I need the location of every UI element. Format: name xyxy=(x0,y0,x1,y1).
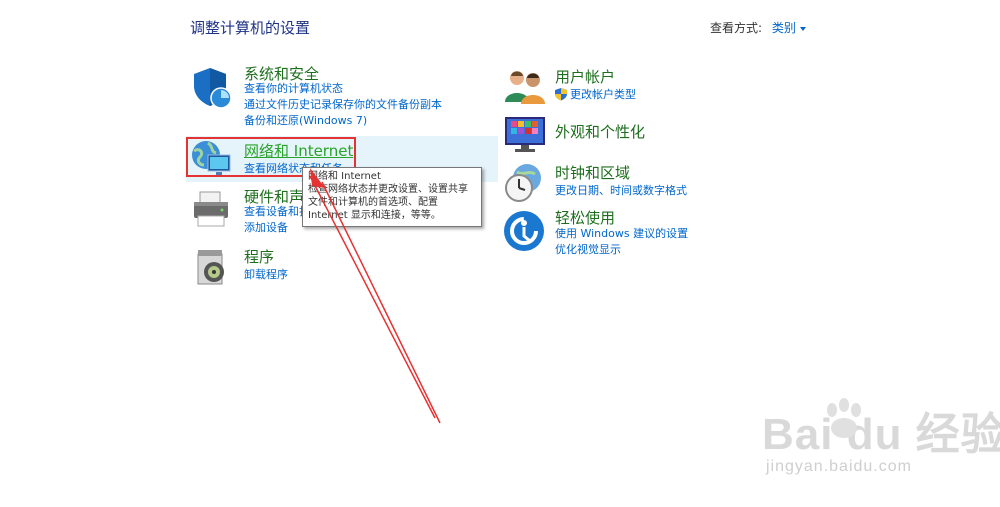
tooltip-line: 文件和计算机的首选项、配置 xyxy=(308,197,438,208)
watermark-main: Bai du 经验 xyxy=(762,410,1000,459)
link-optimize-visual-display[interactable]: 优化视觉显示 xyxy=(555,242,621,258)
tooltip-line: Internet 显示和连接，等等。 xyxy=(308,210,441,221)
category-appearance[interactable]: 外观和个性化 xyxy=(555,121,645,142)
link-file-history-backup[interactable]: 通过文件历史记录保存你的文件备份副本 xyxy=(244,97,442,113)
printer-icon xyxy=(194,191,228,227)
tooltip: 网络和 Internet 检查网络状态并更改设置、设置共享 文件和计算机的首选项… xyxy=(302,167,482,227)
view-by-dropdown[interactable]: 类别 xyxy=(772,21,806,35)
link-change-account-type[interactable]: 更改帐户类型 xyxy=(570,87,636,103)
chevron-down-icon xyxy=(799,26,806,31)
appearance-icon xyxy=(505,117,545,152)
programs-icon xyxy=(197,250,224,285)
page-title: 调整计算机的设置 xyxy=(190,19,311,37)
link-backup-restore[interactable]: 备份和还原(Windows 7) xyxy=(244,113,367,129)
view-by: 查看方式: 类别 xyxy=(710,19,806,36)
category-user-accounts[interactable]: 用户帐户 xyxy=(555,66,615,87)
tooltip-line: 检查网络状态并更改设置、设置共享 xyxy=(308,184,468,195)
ease-of-access-icon xyxy=(504,211,544,251)
view-by-value: 类别 xyxy=(771,21,796,35)
users-icon xyxy=(505,71,545,104)
tooltip-title: 网络和 Internet xyxy=(308,171,381,182)
link-windows-suggested-settings[interactable]: 使用 Windows 建议的设置 xyxy=(555,226,688,242)
uac-shield-icon xyxy=(555,88,567,101)
watermark: Bai du 经验 jingyan.baidu.com xyxy=(762,398,1000,476)
link-add-device[interactable]: 添加设备 xyxy=(244,220,288,236)
category-clock-region[interactable]: 时钟和区域 xyxy=(555,162,630,183)
link-uninstall-program[interactable]: 卸载程序 xyxy=(244,267,288,283)
view-by-label: 查看方式: xyxy=(710,21,763,35)
paw-icon xyxy=(827,398,861,438)
link-view-computer-status[interactable]: 查看你的计算机状态 xyxy=(244,81,343,97)
category-ease-of-access[interactable]: 轻松使用 xyxy=(555,207,615,228)
shield-icon xyxy=(194,68,232,109)
clock-icon xyxy=(505,164,541,202)
category-programs[interactable]: 程序 xyxy=(244,246,274,267)
link-change-date-time[interactable]: 更改日期、时间或数字格式 xyxy=(555,183,687,199)
